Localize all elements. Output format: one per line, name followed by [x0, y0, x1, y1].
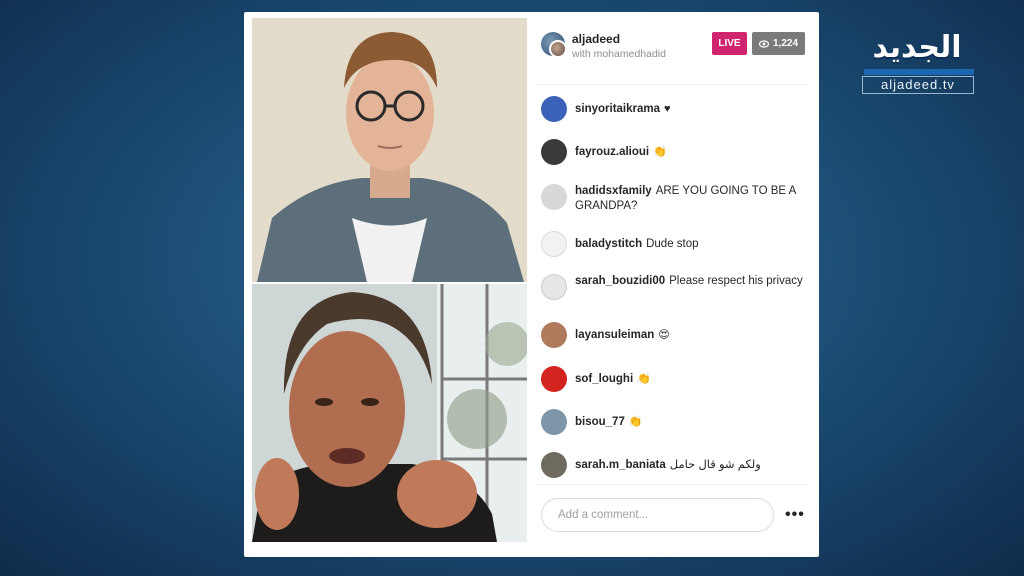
guest-avatar[interactable]: [549, 40, 567, 58]
comment-text: Please respect his privacy: [669, 275, 803, 287]
viewer-count: 1,224: [772, 38, 799, 49]
comment-body: sinyoritaikrama ♥: [575, 102, 803, 117]
commenter-avatar[interactable]: [541, 139, 567, 165]
commenter-username[interactable]: sinyoritaikrama: [575, 103, 660, 115]
header-divider: [537, 84, 809, 85]
commenter-username[interactable]: sof_loughi: [575, 373, 633, 385]
comment-body: bisou_77 👏: [575, 415, 803, 430]
logo-bar: [864, 69, 974, 75]
comment-body: hadidsxfamily ARE YOU GOING TO BE A GRAND…: [575, 184, 803, 214]
commenter-username[interactable]: sarah_bouzidi00: [575, 275, 665, 287]
comment-body: layansuleiman 😍: [575, 328, 803, 343]
commenter-username[interactable]: baladystitch: [575, 238, 642, 250]
commenter-avatar[interactable]: [541, 366, 567, 392]
comment-body: baladystitch Dude stop: [575, 237, 803, 252]
comment-body: sof_loughi 👏: [575, 372, 803, 387]
host-video-panel: [252, 284, 527, 542]
commenter-avatar[interactable]: [541, 452, 567, 478]
clapping-hands-emoji: 👏: [628, 416, 643, 428]
clapping-hands-emoji: 👏: [637, 373, 651, 385]
input-divider: [537, 484, 809, 485]
commenter-avatar[interactable]: [541, 184, 567, 210]
channel-logo: الجديد aljadeed.tv: [858, 28, 976, 96]
comment-input-container[interactable]: [541, 498, 774, 532]
live-badge: LIVE: [712, 32, 747, 55]
comment-text: Dude stop: [646, 238, 699, 250]
commenter-username[interactable]: bisou_77: [575, 416, 625, 428]
commenter-avatar[interactable]: [541, 409, 567, 435]
comment-body: fayrouz.alioui 👏: [575, 145, 803, 160]
comment-body: sarah_bouzidi00 Please respect his privac…: [575, 274, 803, 289]
viewer-count-badge: 1,224: [752, 32, 805, 55]
logo-url-text: aljadeed.tv: [862, 76, 974, 94]
instagram-live-frame: aljadeed with mohamedhadid LIVE 1,224 si…: [244, 12, 819, 557]
live-header: aljadeed with mohamedhadid LIVE 1,224: [537, 28, 809, 72]
commenter-username[interactable]: layansuleiman: [575, 329, 654, 341]
commenter-username[interactable]: fayrouz.alioui: [575, 146, 649, 158]
commenter-avatar[interactable]: [541, 274, 567, 300]
logo-arabic-text: الجديد: [872, 30, 962, 65]
comment-text: ولكم شو قال حامل: [669, 459, 761, 471]
heart-emoji: ♥: [664, 103, 671, 115]
clapping-hands-emoji: 👏: [653, 146, 667, 158]
heart-eyes-emoji: 😍: [658, 329, 670, 341]
guest-video-panel: [252, 18, 527, 282]
host-username[interactable]: aljadeed: [572, 32, 620, 46]
comment-input[interactable]: [558, 509, 757, 521]
commenter-username[interactable]: hadidsxfamily: [575, 185, 652, 197]
with-guest-label: with mohamedhadid: [572, 48, 666, 60]
commenter-username[interactable]: sarah.m_baniata: [575, 459, 666, 471]
guest-video-image: [252, 18, 527, 282]
eye-icon: [758, 39, 769, 48]
live-sidebar: aljadeed with mohamedhadid LIVE 1,224 si…: [537, 12, 809, 557]
commenter-avatar[interactable]: [541, 231, 567, 257]
more-options-button[interactable]: •••: [785, 506, 805, 524]
comment-body: sarah.m_baniata ولكم شو قال حامل: [575, 458, 803, 473]
host-video-image: [252, 284, 527, 542]
commenter-avatar[interactable]: [541, 322, 567, 348]
commenter-avatar[interactable]: [541, 96, 567, 122]
